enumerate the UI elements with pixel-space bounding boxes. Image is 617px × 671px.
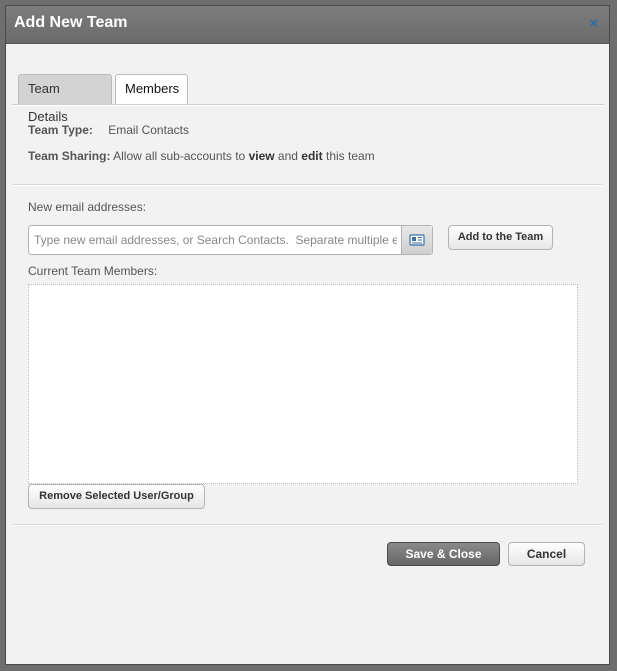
save-close-button[interactable]: Save & Close bbox=[387, 542, 500, 566]
tab-team-details[interactable]: Team Details bbox=[18, 74, 112, 124]
tab-members[interactable]: Members bbox=[115, 74, 188, 105]
team-sharing-and: and bbox=[277, 149, 298, 163]
email-label: New email addresses: bbox=[28, 200, 147, 214]
email-input-group bbox=[28, 225, 433, 255]
team-sharing-text: Allow all sub-accounts to bbox=[113, 149, 246, 163]
team-sharing-view: view bbox=[248, 149, 275, 163]
close-icon[interactable]: × bbox=[589, 15, 598, 32]
section-divider bbox=[12, 184, 602, 186]
address-card-icon bbox=[409, 234, 425, 246]
tab-divider-highlight bbox=[12, 105, 604, 106]
footer-divider bbox=[12, 524, 602, 526]
team-type-value: Email Contacts bbox=[108, 123, 189, 137]
add-team-dialog: Add New Team × Team Details Members Team… bbox=[5, 5, 610, 665]
email-input[interactable] bbox=[29, 226, 402, 254]
dialog-titlebar: Add New Team × bbox=[6, 6, 609, 44]
team-sharing-suffix: this team bbox=[325, 149, 375, 163]
remove-selected-button[interactable]: Remove Selected User/Group bbox=[28, 484, 205, 509]
team-sharing-label: Team Sharing: bbox=[28, 149, 111, 163]
team-type-row: Team Type: Email Contacts bbox=[28, 123, 189, 137]
cancel-button[interactable]: Cancel bbox=[508, 542, 585, 566]
search-contacts-button[interactable] bbox=[401, 226, 432, 254]
team-type-label: Team Type: bbox=[28, 123, 93, 137]
add-to-team-button[interactable]: Add to the Team bbox=[448, 225, 553, 250]
team-members-list[interactable] bbox=[28, 284, 578, 484]
dialog-title: Add New Team bbox=[14, 14, 128, 31]
team-sharing-edit: edit bbox=[301, 149, 323, 163]
team-sharing-row: Team Sharing: Allow all sub-accounts to … bbox=[28, 149, 375, 163]
current-members-label: Current Team Members: bbox=[28, 264, 158, 278]
